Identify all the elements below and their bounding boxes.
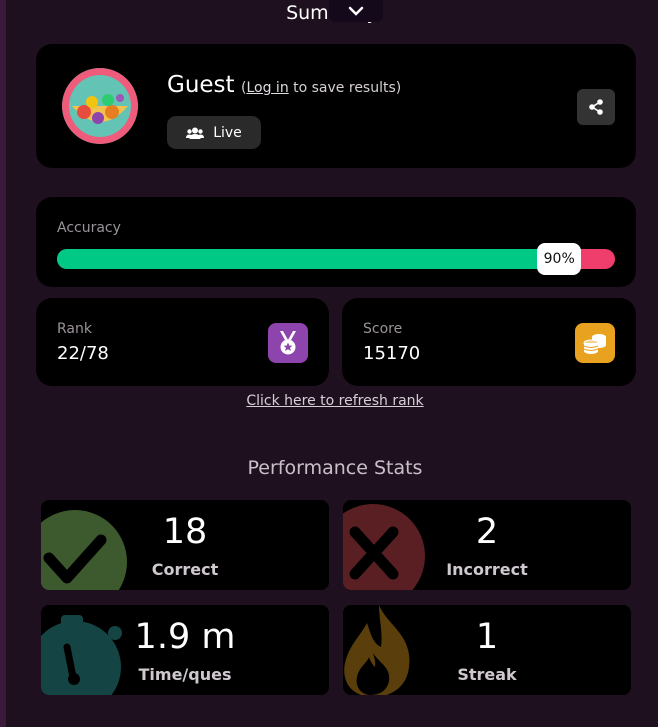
score-value: 15170 [363, 343, 421, 364]
accuracy-label: Accuracy [57, 220, 121, 236]
correct-value: 18 [162, 512, 208, 552]
correct-stat-card: 18 Correct [41, 500, 329, 590]
incorrect-stat-card: 2 Incorrect [343, 500, 631, 590]
user-name: Guest [167, 72, 235, 98]
chevron-down-icon [348, 6, 364, 16]
streak-value: 1 [475, 617, 499, 657]
login-link[interactable]: Log in [246, 80, 288, 96]
time-value: 1.9 m [134, 617, 236, 657]
rank-value: 22/78 [57, 343, 109, 364]
incorrect-value: 2 [475, 512, 499, 552]
refresh-rank-link[interactable]: Click here to refresh rank [6, 393, 658, 409]
accuracy-bar: 90% [57, 243, 615, 275]
score-card: Score 15170 [342, 298, 636, 386]
time-label: Time/ques [138, 665, 232, 684]
time-stat-card: 1.9 m Time/ques [41, 605, 329, 695]
login-note: (Log in to save results) [241, 80, 401, 96]
correct-label: Correct [151, 560, 219, 579]
accuracy-value: 90% [537, 243, 582, 275]
note-rest: to save results) [288, 80, 402, 96]
accuracy-fill [57, 249, 560, 269]
share-button[interactable] [577, 89, 615, 125]
live-label: Live [213, 124, 242, 141]
summary-page: Summary Guest (Log in to save results) [0, 0, 658, 727]
performance-title: Performance Stats [247, 457, 423, 479]
medal-icon [268, 323, 308, 363]
streak-label: Streak [457, 665, 517, 684]
score-label: Score [363, 321, 403, 337]
incorrect-label: Incorrect [446, 560, 528, 579]
streak-stat-card: 1 Streak [343, 605, 631, 695]
share-icon [589, 99, 603, 115]
avatar [62, 68, 138, 144]
live-mode-badge: Live [167, 116, 261, 149]
users-icon [186, 127, 205, 139]
collapse-button[interactable] [329, 0, 383, 22]
rank-card: Rank 22/78 [36, 298, 329, 386]
coins-icon [575, 323, 615, 363]
accuracy-card: Accuracy 90% [36, 197, 636, 287]
rank-label: Rank [57, 321, 92, 337]
profile-card: Guest (Log in to save results) Live [36, 44, 636, 168]
